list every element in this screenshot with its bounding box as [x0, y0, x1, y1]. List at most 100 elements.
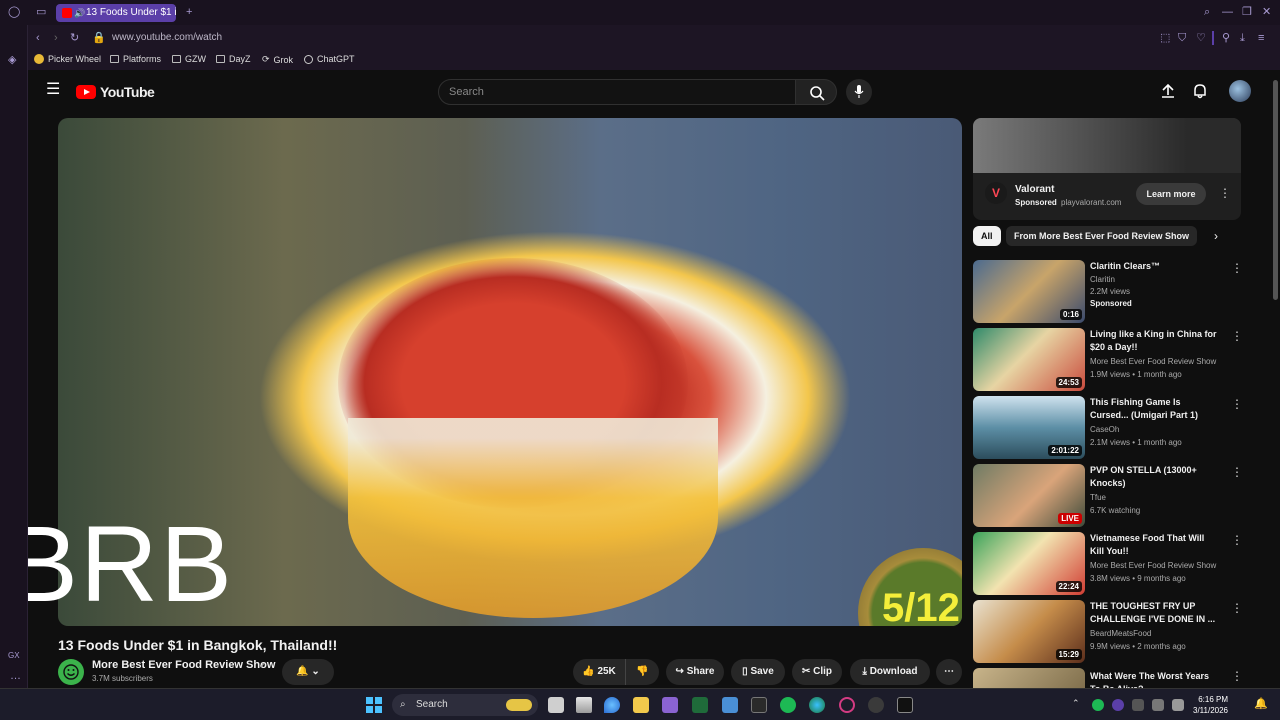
rec-menu-icon[interactable]: ⋮: [1231, 262, 1243, 274]
clip-button[interactable]: ✂ Clip: [792, 659, 842, 685]
rec-thumbnail[interactable]: 15:29: [973, 600, 1085, 663]
page-scrollbar[interactable]: [1273, 80, 1278, 300]
rec-menu-icon[interactable]: ⋮: [1231, 398, 1243, 410]
snapshot-icon[interactable]: ⬚: [1160, 31, 1170, 45]
workspaces-icon[interactable]: ▭: [36, 5, 46, 19]
user-avatar[interactable]: [1229, 80, 1251, 102]
youtube-logo-text[interactable]: YouTube: [100, 84, 155, 100]
close-icon[interactable]: ✕: [1262, 5, 1271, 19]
youtube-logo-icon[interactable]: [76, 85, 96, 99]
taskbar-search[interactable]: ⌕ Search: [392, 694, 538, 716]
taskbar-clock[interactable]: 6:16 PM 3/11/2026: [1193, 694, 1228, 716]
new-tab-icon[interactable]: +: [186, 5, 192, 19]
rec-title[interactable]: Living like a King in China for $20 a Da…: [1090, 328, 1220, 354]
tab-active[interactable]: 🔊 13 Foods Under $1 in B: [56, 4, 176, 22]
upload-icon[interactable]: [1160, 83, 1176, 99]
learn-more-button[interactable]: Learn more: [1136, 183, 1206, 205]
notifications-bell-icon[interactable]: [1192, 83, 1208, 99]
rec-item[interactable]: 15:29 THE TOUGHEST FRY UP CHALLENGE I'VE…: [973, 600, 1253, 663]
hamburger-menu-icon[interactable]: ☰: [46, 82, 60, 98]
notifications-button[interactable]: 🔔 ⌄: [282, 659, 334, 685]
rec-menu-icon[interactable]: ⋮: [1231, 670, 1243, 682]
tray-battery-icon[interactable]: [1172, 699, 1184, 711]
opera-logo-icon[interactable]: ◯: [8, 5, 20, 19]
heart-icon[interactable]: ♡: [1196, 31, 1206, 45]
like-button[interactable]: 👍 25K: [573, 659, 625, 685]
search-tabs-icon[interactable]: ⌕: [1204, 5, 1210, 19]
bookmark-grok[interactable]: ⟳ Grok: [262, 54, 293, 65]
app-grid-icon[interactable]: [662, 697, 678, 713]
spotify-icon[interactable]: [780, 697, 796, 713]
rec-thumbnail[interactable]: [973, 668, 1085, 688]
url-field[interactable]: www.youtube.com/watch: [112, 32, 222, 43]
rec-item[interactable]: 22:24 Vietnamese Food That Will Kill You…: [973, 532, 1253, 595]
tray-expand-icon[interactable]: ⌃: [1072, 698, 1080, 709]
channel-avatar[interactable]: [58, 659, 84, 685]
rec-title[interactable]: Vietnamese Food That Will Kill You!!: [1090, 532, 1220, 558]
chip-from-channel[interactable]: From More Best Ever Food Review Show: [1006, 226, 1198, 246]
tray-network-icon[interactable]: [1132, 699, 1144, 711]
rec-thumbnail[interactable]: LIVE: [973, 464, 1085, 527]
bookmark-picker-wheel[interactable]: Picker Wheel: [34, 54, 101, 64]
notes-icon[interactable]: [722, 697, 738, 713]
rec-item[interactable]: 24:53 Living like a King in China for $2…: [973, 328, 1253, 391]
rec-title[interactable]: PVP ON STELLA (13000+ Knocks): [1090, 464, 1220, 490]
audio-playing-icon[interactable]: 🔊: [74, 4, 85, 22]
menu-icon[interactable]: ≡: [1258, 31, 1264, 45]
rec-title[interactable]: What Were The Worst Years To Be Alive?: [1090, 670, 1220, 688]
file-explorer-icon[interactable]: [633, 697, 649, 713]
search-input[interactable]: Search: [438, 79, 796, 105]
rec-title[interactable]: THE TOUGHEST FRY UP CHALLENGE I'VE DONE …: [1090, 600, 1220, 626]
tray-app-icon[interactable]: [1112, 699, 1124, 711]
minimize-icon[interactable]: —: [1222, 5, 1233, 19]
bookmark-platforms[interactable]: Platforms: [110, 54, 161, 64]
share-button[interactable]: ↪ Share: [666, 659, 724, 685]
shield-icon[interactable]: ⛉: [1178, 31, 1186, 45]
obs-icon[interactable]: [868, 697, 884, 713]
chip-all[interactable]: All: [973, 226, 1001, 246]
rec-item[interactable]: 0:16 Claritin Clears™ Claritin 2.2M view…: [973, 260, 1253, 323]
bookmark-chatgpt[interactable]: ChatGPT: [304, 54, 355, 64]
rec-menu-icon[interactable]: ⋮: [1231, 602, 1243, 614]
reload-icon[interactable]: ↻: [70, 31, 79, 45]
windows-start-icon[interactable]: [366, 697, 382, 713]
account-icon[interactable]: ⚲: [1222, 31, 1230, 45]
game-app-icon[interactable]: [897, 697, 913, 713]
rec-item[interactable]: 2:01:22 This Fishing Game Is Cursed... (…: [973, 396, 1253, 459]
voice-search-button[interactable]: [846, 79, 872, 105]
bookmark-gzw[interactable]: GZW: [172, 54, 206, 64]
search-button[interactable]: [795, 79, 837, 105]
rec-menu-icon[interactable]: ⋮: [1231, 330, 1243, 342]
capcut-icon[interactable]: [751, 697, 767, 713]
save-button[interactable]: ▯ Save: [731, 659, 785, 685]
rec-thumbnail[interactable]: 24:53: [973, 328, 1085, 391]
tray-volume-icon[interactable]: [1152, 699, 1164, 711]
notepad-icon[interactable]: [576, 697, 592, 713]
rec-title[interactable]: Claritin Clears™: [1090, 260, 1220, 273]
dislike-button[interactable]: 👎: [625, 659, 659, 685]
sidebar-ai-icon[interactable]: ◈: [8, 53, 16, 67]
maximize-icon[interactable]: ❐: [1242, 5, 1252, 19]
download-button[interactable]: ⤓ Download: [850, 659, 930, 685]
sidebar-more-icon[interactable]: …: [10, 669, 21, 683]
back-icon[interactable]: ‹: [36, 31, 40, 45]
rec-thumbnail[interactable]: 2:01:22: [973, 396, 1085, 459]
download-icon[interactable]: ⤓: [1240, 31, 1245, 45]
ad-card[interactable]: V Valorant Sponsored playvalorant.com Le…: [973, 118, 1241, 220]
more-actions-button[interactable]: ⋯: [936, 659, 962, 685]
bookmark-dayz[interactable]: DayZ: [216, 54, 251, 64]
rec-menu-icon[interactable]: ⋮: [1231, 534, 1243, 546]
rec-item[interactable]: LIVE PVP ON STELLA (13000+ Knocks) Tfue …: [973, 464, 1253, 527]
forward-icon[interactable]: ›: [54, 31, 58, 45]
edge-icon[interactable]: [809, 697, 825, 713]
chips-next-icon[interactable]: ›: [1214, 230, 1218, 242]
notification-center-icon[interactable]: 🔔: [1254, 697, 1268, 710]
rec-thumbnail[interactable]: 22:24: [973, 532, 1085, 595]
rec-menu-icon[interactable]: ⋮: [1231, 466, 1243, 478]
task-view-icon[interactable]: [548, 697, 564, 713]
sidebar-gx-label[interactable]: GX: [8, 651, 20, 660]
excel-icon[interactable]: [692, 697, 708, 713]
drop-app-icon[interactable]: [604, 697, 620, 713]
ad-menu-icon[interactable]: ⋮: [1219, 187, 1231, 199]
opera-gx-icon[interactable]: [839, 697, 855, 713]
